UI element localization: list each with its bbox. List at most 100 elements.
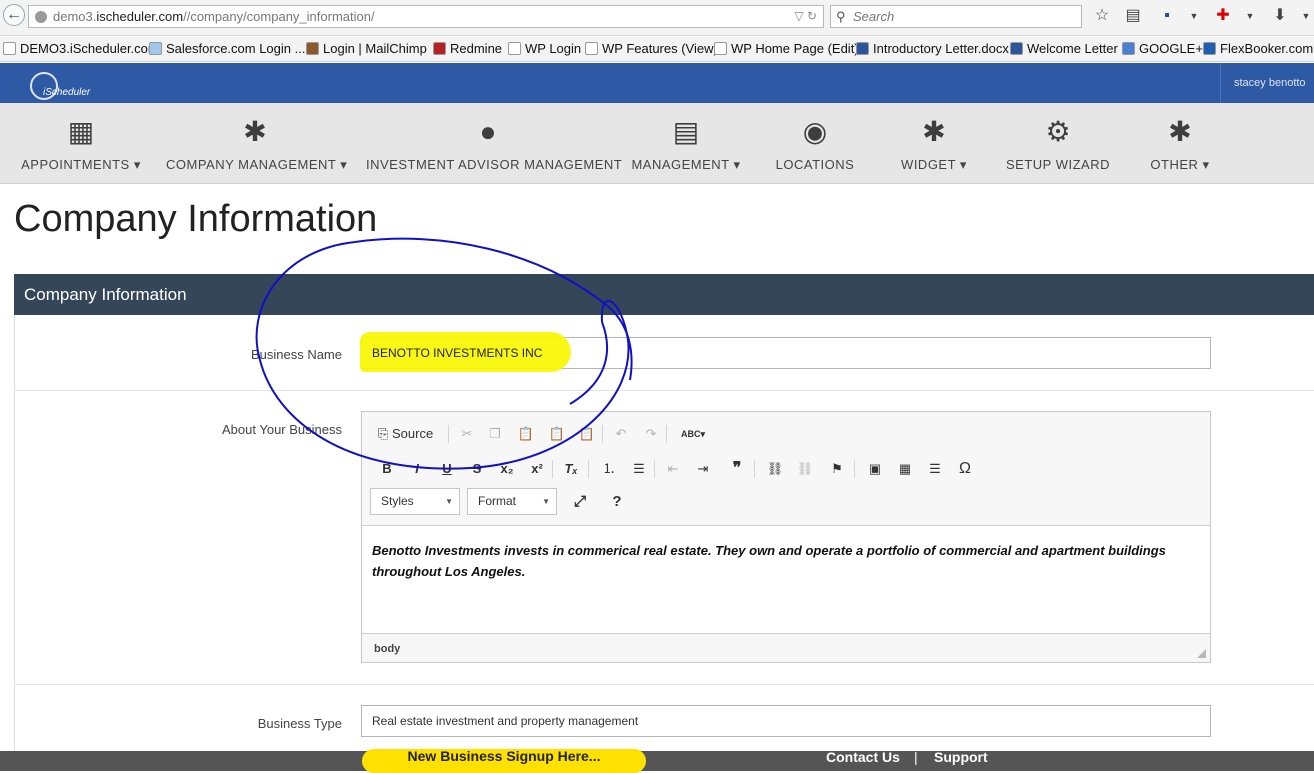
footer-separator: | — [914, 749, 918, 765]
bookmark-star-icon[interactable]: ☆ — [1092, 6, 1112, 26]
bold-icon[interactable]: B — [378, 460, 396, 478]
contact-us-link[interactable]: Contact Us — [826, 750, 900, 764]
styles-dropdown[interactable]: Styles ▼ — [370, 488, 460, 515]
cut-icon[interactable]: ✂ — [458, 425, 476, 443]
save-icon[interactable]: ▪ — [1157, 6, 1177, 26]
bookmark-item[interactable]: WP Home Page (Edit) — [714, 41, 859, 56]
reload-icon[interactable]: ▽ ↻ — [794, 6, 817, 27]
numbered-list-icon[interactable]: ⒈ — [600, 460, 618, 478]
anchor-flag-icon[interactable]: ⚑ — [828, 460, 846, 478]
asterisk-icon: ✱ — [922, 116, 946, 147]
bookmark-item[interactable]: GOOGLE+ — [1122, 41, 1203, 56]
special-character-icon[interactable]: Ω — [956, 460, 974, 478]
undo-icon[interactable]: ↶ — [612, 425, 630, 443]
bookmark-item[interactable]: WP Features (View) — [585, 41, 718, 56]
format-dropdown[interactable]: Format ▼ — [467, 488, 557, 515]
search-icon: ⚲ — [836, 9, 846, 24]
business-type-input[interactable]: Real estate investment and property mana… — [361, 705, 1211, 737]
bookmark-item[interactable]: Redmine — [433, 41, 502, 56]
main-nav: ▦ APPOINTMENTS ▾ ✱ COMPANY MANAGEMENT ▾ … — [0, 103, 1314, 184]
image-icon[interactable]: ▣ — [866, 460, 884, 478]
unlink-icon[interactable]: ⛓ — [796, 460, 814, 478]
bookmark-item[interactable]: Introductory Letter.docx — [856, 41, 1009, 56]
nav-item-setup-wizard[interactable]: ⚙ SETUP WIZARD — [1004, 103, 1112, 184]
nav-item-other[interactable]: ✱ OTHER ▾ — [1144, 103, 1216, 184]
calendar-icon: ▦ — [67, 116, 95, 147]
rich-text-editor: ⎘ Source ✂ ❐ 📋 📋 📋 ↶ ↷ ABC▾ B I U S x₂ x… — [361, 411, 1211, 663]
bookmark-icon — [508, 42, 521, 55]
bulleted-list-icon[interactable]: ☰ — [630, 460, 648, 478]
link-icon[interactable]: ⛓ — [766, 460, 784, 478]
user-menu[interactable]: stacey benotto ▾ — [1220, 63, 1314, 129]
bookmark-icon — [585, 42, 598, 55]
row-divider — [14, 390, 1314, 391]
bookmark-label: Redmine — [450, 41, 503, 56]
nav-label: WIDGET ▾ — [901, 157, 967, 172]
nav-item-investment-advisor-management[interactable]: ● INVESTMENT ADVISOR MANAGEMENT — [366, 103, 623, 184]
redo-icon[interactable]: ↷ — [642, 425, 660, 443]
outdent-icon[interactable]: ⇤ — [664, 460, 682, 478]
spellcheck-icon[interactable]: ABC▾ — [680, 425, 706, 443]
address-bar[interactable]: demo3.ischeduler.com//company/company_in… — [28, 5, 824, 28]
bookmark-label: WP Login — [525, 41, 582, 56]
asterisk-icon: ✱ — [243, 116, 267, 147]
bookmark-item[interactable]: Login | MailChimp — [306, 41, 427, 56]
horizontal-rule-icon[interactable]: ☰ — [926, 460, 944, 478]
download-icon[interactable]: ⬇ — [1270, 6, 1290, 26]
back-arrow-icon[interactable]: ← — [3, 4, 25, 26]
url-prefix: demo3. — [53, 9, 97, 24]
bookmark-label: DEMO3.iScheduler.com — [20, 41, 159, 56]
underline-icon[interactable]: U — [438, 460, 456, 478]
editor-content-area[interactable]: Benotto Investments invests in commerica… — [362, 525, 1210, 634]
globe-icon — [35, 11, 47, 23]
bookmark-label: Welcome Letter — [1027, 41, 1118, 56]
strikethrough-icon[interactable]: S — [468, 460, 486, 478]
maximize-icon[interactable]: ⤢ — [570, 493, 590, 511]
url-host: ischeduler.com — [96, 9, 184, 24]
subscript-icon[interactable]: x₂ — [498, 460, 516, 478]
paste-icon[interactable]: 📋 — [517, 425, 535, 443]
remove-format-icon[interactable]: Tₓ — [562, 460, 580, 478]
bookmark-item[interactable]: DEMO3.iScheduler.com — [3, 41, 159, 56]
nav-item-widget[interactable]: ✱ WIDGET ▾ — [896, 103, 972, 184]
bookmark-icon — [149, 42, 162, 55]
italic-icon[interactable]: I — [408, 460, 426, 478]
table-icon[interactable]: ▦ — [896, 460, 914, 478]
bookmark-label: WP Features (View) — [602, 41, 718, 56]
nav-label: INVESTMENT ADVISOR MANAGEMENT — [366, 157, 623, 172]
chevron-down-icon: ▼ — [542, 497, 550, 506]
copy-icon[interactable]: ❐ — [486, 425, 504, 443]
reading-list-icon[interactable]: ▤ — [1123, 6, 1143, 26]
paste-word-icon[interactable]: 📋 — [578, 425, 596, 443]
bookmark-item[interactable]: Salesforce.com Login ... — [149, 41, 305, 56]
support-link[interactable]: Support — [934, 750, 988, 764]
logo-text: iScheduler — [43, 87, 91, 98]
addon-dropdown-icon[interactable]: ▼ — [1240, 6, 1260, 26]
bookmark-item[interactable]: FlexBooker.com — [1203, 41, 1313, 56]
nav-item-company-management[interactable]: ✱ COMPANY MANAGEMENT ▾ — [166, 103, 347, 184]
paste-text-icon[interactable]: 📋 — [548, 425, 566, 443]
blockquote-icon[interactable]: ❞ — [728, 460, 746, 478]
chevron-down-icon: ▼ — [445, 497, 453, 506]
nav-item-locations[interactable]: ◉ LOCATIONS — [772, 103, 858, 184]
bookmark-item[interactable]: WP Login — [508, 41, 581, 56]
indent-icon[interactable]: ⇥ — [694, 460, 712, 478]
business-signup-button[interactable]: New Business Signup Here... — [362, 749, 646, 773]
nav-item-management[interactable]: ▤ MANAGEMENT ▾ — [630, 103, 742, 184]
addon-icon[interactable]: ✚ — [1213, 6, 1233, 26]
superscript-icon[interactable]: x² — [528, 460, 546, 478]
bookmarks-bar: DEMO3.iScheduler.com Salesforce.com Logi… — [0, 37, 1314, 62]
nav-item-appointments[interactable]: ▦ APPOINTMENTS ▾ — [20, 103, 142, 184]
download-dropdown-icon[interactable]: ▼ — [1296, 6, 1314, 26]
source-button[interactable]: ⎘ Source — [378, 425, 438, 443]
about-business-label: About Your Business — [222, 422, 342, 437]
bookmark-icon — [1010, 42, 1023, 55]
browser-search-input[interactable]: ⚲ Search — [830, 5, 1082, 28]
toolbar-separator — [602, 425, 603, 443]
bookmark-item[interactable]: Welcome Letter — [1010, 41, 1118, 56]
business-type-label: Business Type — [257, 716, 342, 731]
help-button[interactable]: ? — [608, 493, 626, 511]
resize-handle[interactable] — [1197, 649, 1206, 658]
save-dropdown-icon[interactable]: ▼ — [1184, 6, 1204, 26]
ischeduler-logo[interactable]: iScheduler — [14, 67, 90, 100]
